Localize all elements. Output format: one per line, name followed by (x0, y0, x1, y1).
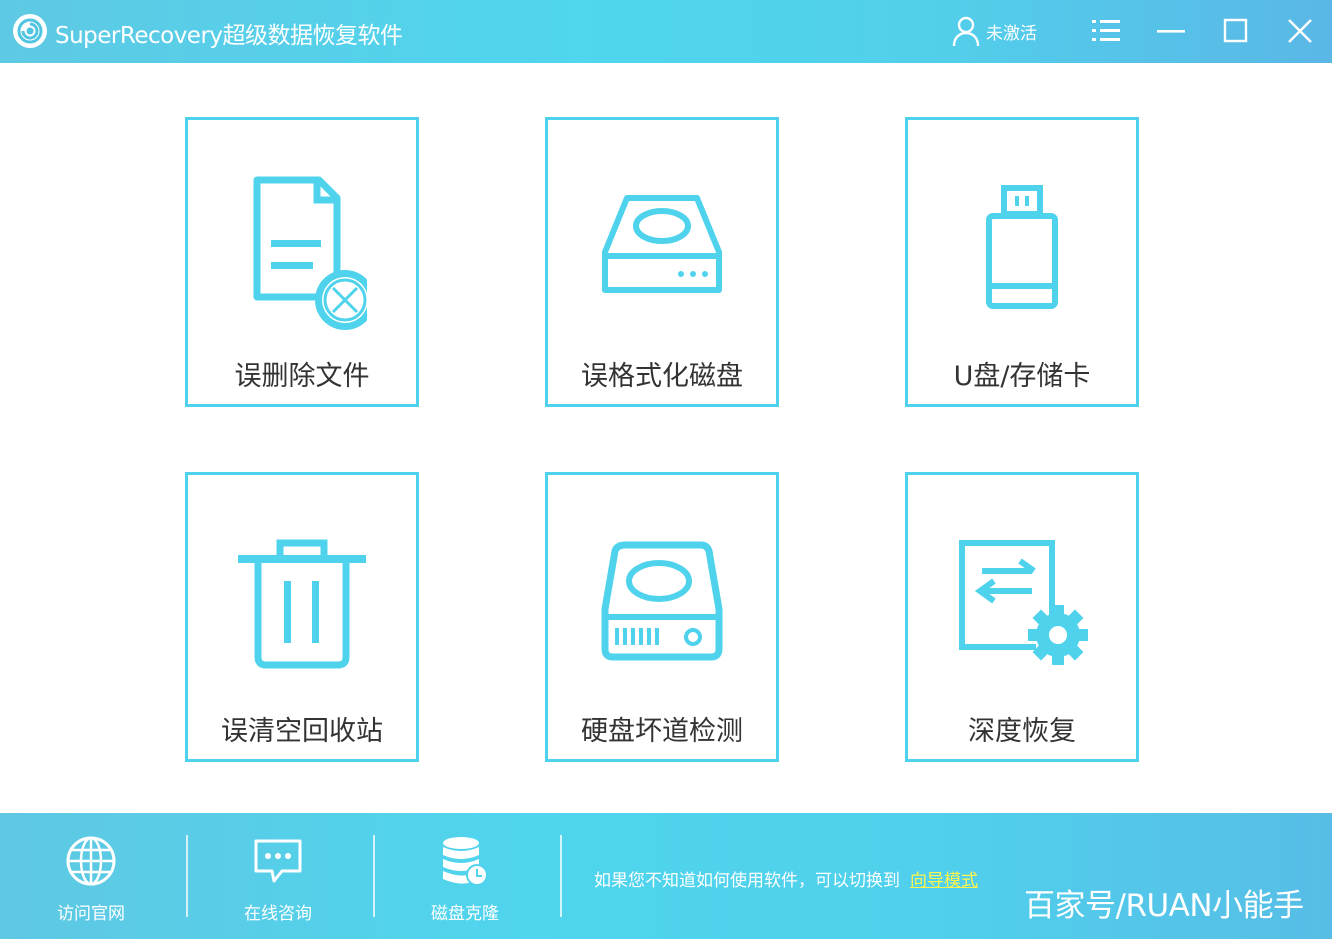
tile-bad-sector-check[interactable]: 硬盘坏道检测 (545, 472, 779, 762)
wizard-mode-link[interactable]: 向导模式 (910, 871, 978, 891)
usb-drive-icon (986, 185, 1058, 309)
logo-icon (13, 14, 47, 48)
watermark: 百家号/RUAN小能手 (1024, 888, 1304, 924)
disk-clone-button[interactable]: 磁盘克隆 (390, 813, 540, 939)
tile-label: 误删除文件 (234, 361, 370, 392)
deep-recovery-icon (959, 540, 1088, 665)
tile-label: 硬盘坏道检测 (581, 716, 743, 747)
database-clone-icon (443, 837, 488, 886)
hard-drive-icon (601, 541, 723, 661)
account-button[interactable]: 未激活 (952, 14, 1037, 48)
bottom-label: 磁盘克隆 (431, 904, 499, 924)
hint-message: 如果您不知道如何使用软件，可以切换到 (594, 871, 900, 891)
tile-formatted-disk[interactable]: 误格式化磁盘 (545, 117, 779, 407)
title-bar: SuperRecovery超级数据恢复软件 未激活 (0, 0, 1332, 63)
menu-icon[interactable] (1090, 14, 1124, 48)
deleted-file-icon (253, 176, 367, 330)
minimize-icon[interactable] (1154, 14, 1188, 48)
tile-label: 误格式化磁盘 (581, 361, 743, 392)
disk-icon (602, 195, 722, 293)
visit-website-button[interactable]: 访问官网 (16, 813, 166, 939)
tile-usb-storage[interactable]: U盘/存储卡 (905, 117, 1139, 407)
chat-icon (254, 839, 302, 883)
activation-status: 未激活 (986, 23, 1037, 44)
hint-text: 如果您不知道如何使用软件，可以切换到 向导模式 (594, 866, 978, 891)
bottom-label: 在线咨询 (244, 904, 312, 924)
trash-icon (238, 539, 366, 669)
maximize-icon[interactable] (1219, 14, 1253, 48)
divider (373, 835, 375, 917)
tile-label: 深度恢复 (968, 716, 1076, 747)
tile-recycle-bin[interactable]: 误清空回收站 (185, 472, 419, 762)
globe-icon (66, 836, 116, 886)
tile-label: 误清空回收站 (221, 716, 383, 747)
tile-deep-recovery[interactable]: 深度恢复 (905, 472, 1139, 762)
divider (560, 835, 562, 917)
close-icon[interactable] (1283, 14, 1317, 48)
app-title: SuperRecovery超级数据恢复软件 (55, 23, 403, 49)
online-consult-button[interactable]: 在线咨询 (203, 813, 353, 939)
bottom-label: 访问官网 (57, 904, 125, 924)
tile-deleted-files[interactable]: 误删除文件 (185, 117, 419, 407)
divider (186, 835, 188, 917)
user-icon (952, 16, 980, 47)
tile-label: U盘/存储卡 (953, 361, 1091, 392)
